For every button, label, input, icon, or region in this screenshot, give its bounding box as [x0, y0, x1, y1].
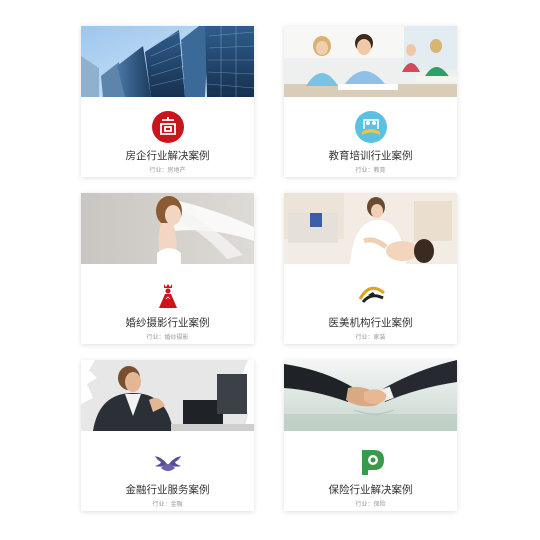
case-image-bride [81, 193, 254, 264]
case-industry: 行业：金融 [152, 501, 183, 508]
case-image-beauty-treatment [284, 193, 457, 264]
case-industry: 行业：婚纱摄影 [146, 334, 189, 341]
case-title: 医美机构行业案例 [328, 317, 413, 329]
case-card-education[interactable]: 教育培训行业案例 行业：教育 [284, 26, 457, 177]
case-title: 房企行业解决案例 [125, 150, 210, 162]
real-estate-logo-icon [151, 110, 185, 144]
case-card-wedding[interactable]: 婚纱摄影行业案例 行业：婚纱摄影 [81, 193, 254, 344]
beauty-logo-icon [354, 277, 388, 311]
insurance-logo-icon [354, 444, 388, 478]
case-title: 婚纱摄影行业案例 [125, 317, 210, 329]
case-card-finance[interactable]: 金融行业服务案例 行业：金融 [81, 360, 254, 511]
case-image-skyscrapers [81, 26, 254, 97]
case-card-beauty[interactable]: 医美机构行业案例 行业：家装 [284, 193, 457, 344]
case-title: 教育培训行业案例 [328, 150, 413, 162]
case-industry: 行业：教育 [355, 167, 386, 174]
case-card-real-estate[interactable]: 房企行业解决案例 行业：房地产 [81, 26, 254, 177]
case-industry: 行业：保险 [355, 501, 386, 508]
case-title: 保险行业解决案例 [328, 484, 413, 496]
wedding-logo-icon [151, 277, 185, 311]
case-industry: 行业：房地产 [149, 167, 186, 174]
finance-logo-icon [151, 444, 185, 478]
education-logo-icon [354, 110, 388, 144]
case-image-handshake [284, 360, 457, 431]
case-title: 金融行业服务案例 [125, 484, 210, 496]
case-image-students [284, 26, 457, 97]
case-image-businessman [81, 360, 254, 431]
case-card-insurance[interactable]: 保险行业解决案例 行业：保险 [284, 360, 457, 511]
case-industry: 行业：家装 [355, 334, 386, 341]
